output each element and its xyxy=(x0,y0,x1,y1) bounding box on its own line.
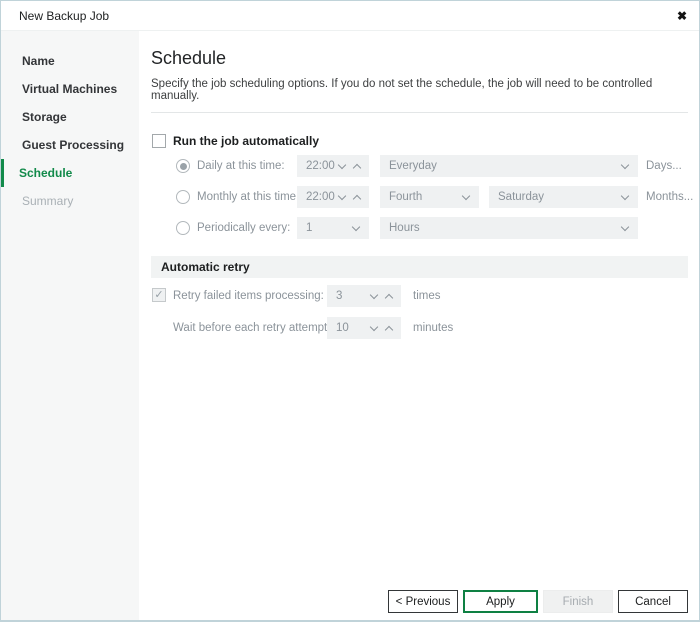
periodic-schedule-row: Periodically every: 1 Hours xyxy=(151,214,688,242)
monthly-label: Monthly at this time: xyxy=(197,183,299,211)
chevron-down-icon[interactable] xyxy=(462,191,470,199)
daily-time-value: 22:00 xyxy=(297,160,339,172)
chevron-down-icon[interactable] xyxy=(621,160,629,168)
chevron-up-icon[interactable] xyxy=(385,325,393,333)
daily-radio[interactable] xyxy=(176,159,190,173)
wizard-footer: < Previous Apply Finish Cancel xyxy=(388,590,688,613)
daily-time-spinner[interactable]: 22:00 xyxy=(297,155,369,177)
monthly-radio[interactable] xyxy=(176,190,190,204)
previous-button[interactable]: < Previous xyxy=(388,590,458,613)
monthly-day-value: Saturday xyxy=(489,191,622,203)
sidebar-item-virtual-machines[interactable]: Virtual Machines xyxy=(1,75,139,103)
page-description: Specify the job scheduling options. If y… xyxy=(151,78,688,102)
retry-wait-label: Wait before each retry attempt for: xyxy=(173,314,347,342)
chevron-up-icon[interactable] xyxy=(385,293,393,301)
sidebar-item-name[interactable]: Name xyxy=(1,47,139,75)
title-bar: New Backup Job ✖ xyxy=(1,1,699,31)
chevron-down-icon[interactable] xyxy=(370,290,378,298)
chevron-up-icon[interactable] xyxy=(353,163,361,171)
chevron-down-icon[interactable] xyxy=(338,191,346,199)
run-automatically-label: Run the job automatically xyxy=(173,133,319,149)
retry-failed-checkbox[interactable] xyxy=(152,288,166,302)
run-automatically-row: Run the job automatically xyxy=(151,133,688,149)
monthly-day-dropdown[interactable]: Saturday xyxy=(489,186,638,208)
daily-day-value: Everyday xyxy=(380,160,622,172)
sidebar-item-storage[interactable]: Storage xyxy=(1,103,139,131)
months-link[interactable]: Months... xyxy=(646,183,693,211)
wizard-steps-sidebar: Name Virtual Machines Storage Guest Proc… xyxy=(1,31,139,620)
run-automatically-checkbox[interactable] xyxy=(152,134,166,148)
dialog-body: Name Virtual Machines Storage Guest Proc… xyxy=(1,31,699,620)
daily-label: Daily at this time: xyxy=(197,152,285,180)
periodic-unit-dropdown[interactable]: Hours xyxy=(380,217,638,239)
divider xyxy=(151,112,688,113)
new-backup-job-dialog: New Backup Job ✖ Name Virtual Machines S… xyxy=(0,0,700,622)
retry-count-unit: times xyxy=(413,282,440,310)
sidebar-item-summary: Summary xyxy=(1,187,139,215)
retry-wait-unit: minutes xyxy=(413,314,453,342)
chevron-down-icon[interactable] xyxy=(621,191,629,199)
sidebar-item-guest-processing[interactable]: Guest Processing xyxy=(1,131,139,159)
retry-wait-row: Wait before each retry attempt for: 10 m… xyxy=(151,314,688,342)
window-title: New Backup Job xyxy=(19,9,109,23)
periodic-value-dropdown[interactable]: 1 xyxy=(297,217,369,239)
apply-button[interactable]: Apply xyxy=(463,590,538,613)
sidebar-item-schedule[interactable]: Schedule xyxy=(1,159,139,187)
chevron-down-icon[interactable] xyxy=(621,222,629,230)
daily-schedule-row: Daily at this time: 22:00 Everyday Days.… xyxy=(151,152,688,180)
automatic-retry-header: Automatic retry xyxy=(151,256,688,278)
monthly-time-spinner[interactable]: 22:00 xyxy=(297,186,369,208)
page-title: Schedule xyxy=(151,48,688,69)
finish-button: Finish xyxy=(543,590,613,613)
schedule-step-content: Schedule Specify the job scheduling opti… xyxy=(139,31,700,620)
chevron-down-icon[interactable] xyxy=(338,160,346,168)
periodically-label: Periodically every: xyxy=(197,214,290,242)
daily-day-dropdown[interactable]: Everyday xyxy=(380,155,638,177)
cancel-button[interactable]: Cancel xyxy=(618,590,688,613)
periodic-unit-value: Hours xyxy=(380,222,622,234)
periodic-value: 1 xyxy=(297,222,353,234)
close-icon[interactable]: ✖ xyxy=(677,10,687,22)
chevron-down-icon[interactable] xyxy=(370,322,378,330)
monthly-week-dropdown[interactable]: Fourth xyxy=(380,186,479,208)
retry-wait-value: 10 xyxy=(327,322,371,334)
retry-wait-spinner[interactable]: 10 xyxy=(327,317,401,339)
retry-count-row: Retry failed items processing: 3 times xyxy=(151,282,688,310)
monthly-schedule-row: Monthly at this time: 22:00 Fourth Satur… xyxy=(151,183,688,211)
periodically-radio[interactable] xyxy=(176,221,190,235)
chevron-up-icon[interactable] xyxy=(353,194,361,202)
retry-failed-label: Retry failed items processing: xyxy=(173,282,324,310)
retry-count-spinner[interactable]: 3 xyxy=(327,285,401,307)
monthly-week-value: Fourth xyxy=(380,191,463,203)
chevron-down-icon[interactable] xyxy=(352,222,360,230)
retry-count-value: 3 xyxy=(327,290,371,302)
monthly-time-value: 22:00 xyxy=(297,191,339,203)
days-link[interactable]: Days... xyxy=(646,152,682,180)
